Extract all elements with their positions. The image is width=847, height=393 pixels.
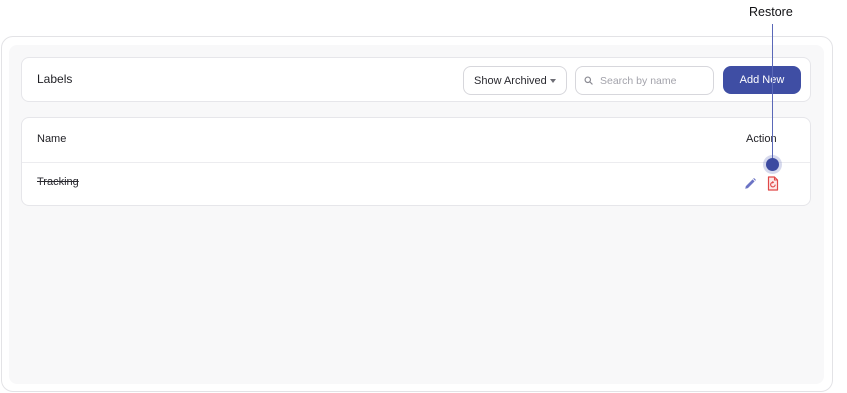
chevron-down-icon — [549, 78, 556, 83]
labels-header: Labels Show Archived Add New — [21, 57, 811, 102]
label-name-archived: Tracking — [37, 176, 79, 188]
table-header-row: Name Action — [22, 118, 810, 163]
restore-icon[interactable] — [767, 176, 779, 191]
restore-callout-label: Restore — [749, 5, 793, 19]
show-archived-label: Show Archived — [474, 74, 547, 87]
edit-pencil-icon[interactable] — [743, 177, 757, 191]
table-row: Tracking — [22, 163, 810, 206]
search-field[interactable] — [575, 66, 714, 95]
add-new-button[interactable]: Add New — [723, 66, 801, 94]
labels-table: Name Action Tracking — [21, 117, 811, 206]
column-header-name: Name — [37, 133, 67, 145]
search-icon — [584, 76, 593, 85]
page-title: Labels — [37, 72, 73, 86]
callout-dot — [766, 158, 779, 171]
callout-line — [772, 24, 773, 160]
search-input[interactable] — [600, 74, 710, 87]
show-archived-dropdown[interactable]: Show Archived — [463, 66, 567, 95]
